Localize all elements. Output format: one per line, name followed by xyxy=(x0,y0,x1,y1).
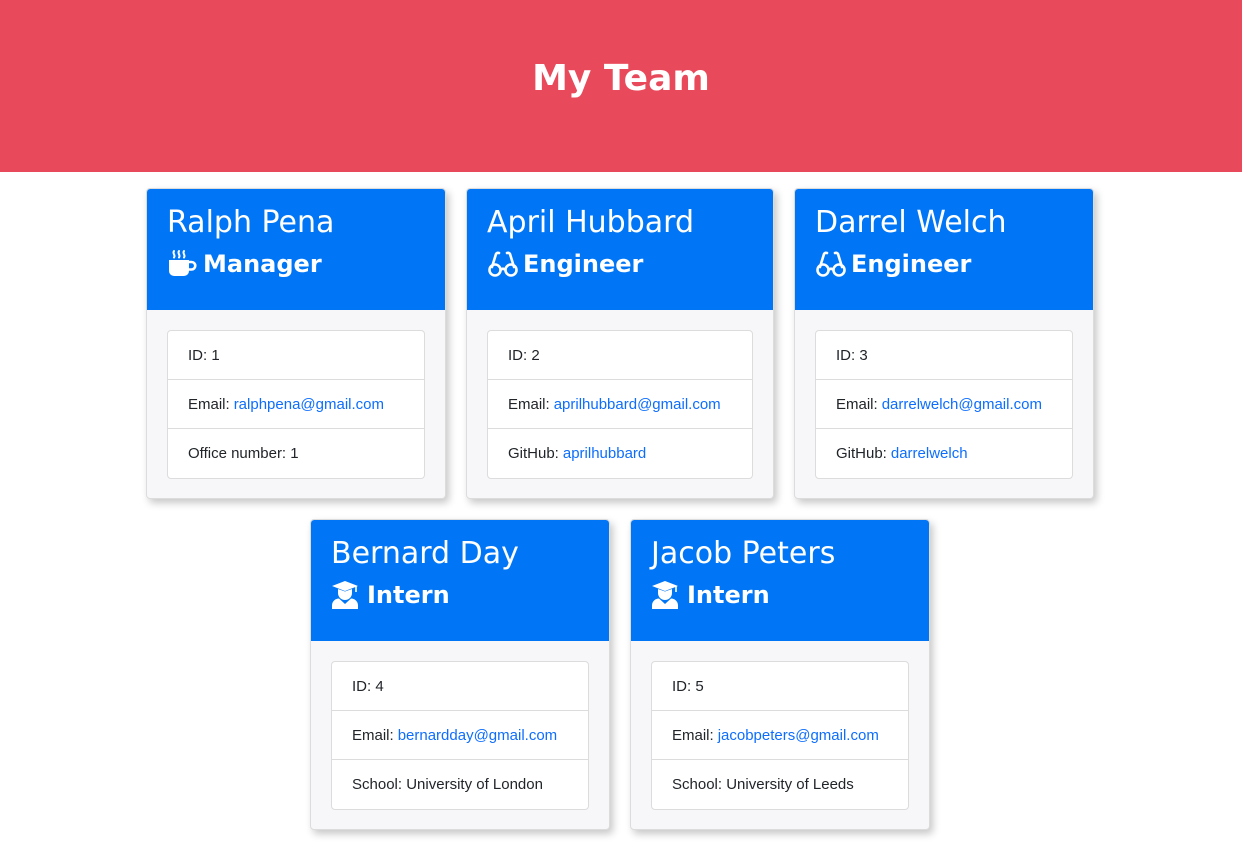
employee-card-manager: Ralph Pena Manager ID: 1 Email: ralphpen… xyxy=(146,188,446,499)
employee-card-intern: Jacob Peters Intern ID: 5 Email: jacobpe… xyxy=(630,519,930,830)
employee-name: Ralph Pena xyxy=(167,205,335,240)
page-title: My Team xyxy=(532,57,710,99)
graduate-icon xyxy=(331,580,363,610)
office-number-row: Office number: 1 xyxy=(168,429,424,478)
team-area: Ralph Pena Manager ID: 1 Email: ralphpen… xyxy=(0,172,1242,855)
info-list: ID: 4 Email: bernardday@gmail.com School… xyxy=(331,661,589,810)
email-row: Email: ralphpena@gmail.com xyxy=(168,380,424,429)
id-row: ID: 1 xyxy=(168,331,424,380)
id-label: ID: xyxy=(508,346,528,364)
school-row: School: University of Leeds xyxy=(652,760,908,809)
email-row: Email: jacobpeters@gmail.com xyxy=(652,711,908,760)
id-value: 2 xyxy=(531,346,540,364)
card-header: Jacob Peters Intern xyxy=(631,520,929,641)
email-link[interactable]: bernardday@gmail.com xyxy=(398,727,557,744)
id-row: ID: 3 xyxy=(816,331,1072,380)
info-list: ID: 1 Email: ralphpena@gmail.com Office … xyxy=(167,330,425,479)
employee-card-intern: Bernard Day Intern ID: 4 Email: bernardd… xyxy=(310,519,610,830)
card-body: ID: 5 Email: jacobpeters@gmail.com Schoo… xyxy=(631,641,929,829)
id-label: ID: xyxy=(672,677,692,695)
id-value: 5 xyxy=(695,677,704,695)
email-row: Email: darrelwelch@gmail.com xyxy=(816,380,1072,429)
id-label: ID: xyxy=(188,346,208,364)
email-link[interactable]: darrelwelch@gmail.com xyxy=(882,396,1042,413)
school-value: University of Leeds xyxy=(726,776,854,793)
school-label: School: xyxy=(352,776,403,793)
id-value: 4 xyxy=(375,677,384,695)
card-header: Darrel Welch Engineer xyxy=(795,189,1093,310)
employee-card-engineer: Darrel Welch Engineer ID: 3 Email: darre… xyxy=(794,188,1094,499)
info-list: ID: 3 Email: darrelwelch@gmail.com GitHu… xyxy=(815,330,1073,479)
employee-role: Engineer xyxy=(815,249,1073,279)
github-link[interactable]: aprilhubbard xyxy=(563,445,646,462)
role-label: Intern xyxy=(687,581,770,609)
employee-role: Engineer xyxy=(487,249,753,279)
email-link[interactable]: aprilhubbard@gmail.com xyxy=(554,396,721,413)
school-value: University of London xyxy=(406,776,543,793)
role-label: Manager xyxy=(203,250,322,278)
card-body: ID: 4 Email: bernardday@gmail.com School… xyxy=(311,641,609,829)
employee-role: Manager xyxy=(167,249,425,279)
info-list: ID: 5 Email: jacobpeters@gmail.com Schoo… xyxy=(651,661,909,810)
employee-card-engineer: April Hubbard Engineer ID: 2 Email: apri… xyxy=(466,188,774,499)
email-row: Email: aprilhubbard@gmail.com xyxy=(488,380,752,429)
email-link[interactable]: ralphpena@gmail.com xyxy=(234,396,384,413)
page-header: My Team xyxy=(0,0,1242,172)
role-label: Engineer xyxy=(851,250,972,278)
card-header: April Hubbard Engineer xyxy=(467,189,773,310)
glasses-icon xyxy=(487,249,519,279)
github-row: GitHub: darrelwelch xyxy=(816,429,1072,478)
school-label: School: xyxy=(672,776,723,793)
glasses-icon xyxy=(815,249,847,279)
info-list: ID: 2 Email: aprilhubbard@gmail.com GitH… xyxy=(487,330,753,479)
id-row: ID: 5 xyxy=(652,662,908,711)
employee-role: Intern xyxy=(651,580,909,610)
github-row: GitHub: aprilhubbard xyxy=(488,429,752,478)
office-number-value: 1 xyxy=(290,445,299,462)
id-label: ID: xyxy=(352,677,372,695)
card-header: Bernard Day Intern xyxy=(311,520,609,641)
role-label: Engineer xyxy=(523,250,644,278)
email-label: Email: xyxy=(352,726,394,744)
email-row: Email: bernardday@gmail.com xyxy=(332,711,588,760)
role-label: Intern xyxy=(367,581,450,609)
email-label: Email: xyxy=(188,395,230,413)
employee-name: April Hubbard xyxy=(487,205,694,240)
github-label: GitHub: xyxy=(508,445,559,462)
employee-role: Intern xyxy=(331,580,589,610)
id-row: ID: 2 xyxy=(488,331,752,380)
id-label: ID: xyxy=(836,346,856,364)
school-row: School: University of London xyxy=(332,760,588,809)
card-body: ID: 1 Email: ralphpena@gmail.com Office … xyxy=(147,310,445,498)
email-label: Email: xyxy=(508,395,550,413)
employee-name: Jacob Peters xyxy=(651,536,836,571)
id-value: 3 xyxy=(859,346,868,364)
id-value: 1 xyxy=(211,346,220,364)
email-label: Email: xyxy=(672,726,714,744)
office-number-label: Office number: xyxy=(188,445,287,462)
employee-name: Darrel Welch xyxy=(815,205,1007,240)
card-body: ID: 3 Email: darrelwelch@gmail.com GitHu… xyxy=(795,310,1093,498)
email-link[interactable]: jacobpeters@gmail.com xyxy=(718,727,879,744)
mug-hot-icon xyxy=(167,249,199,279)
card-header: Ralph Pena Manager xyxy=(147,189,445,310)
github-label: GitHub: xyxy=(836,445,887,462)
employee-name: Bernard Day xyxy=(331,536,519,571)
email-label: Email: xyxy=(836,395,878,413)
card-body: ID: 2 Email: aprilhubbard@gmail.com GitH… xyxy=(467,310,773,498)
id-row: ID: 4 xyxy=(332,662,588,711)
graduate-icon xyxy=(651,580,683,610)
github-link[interactable]: darrelwelch xyxy=(891,445,968,462)
